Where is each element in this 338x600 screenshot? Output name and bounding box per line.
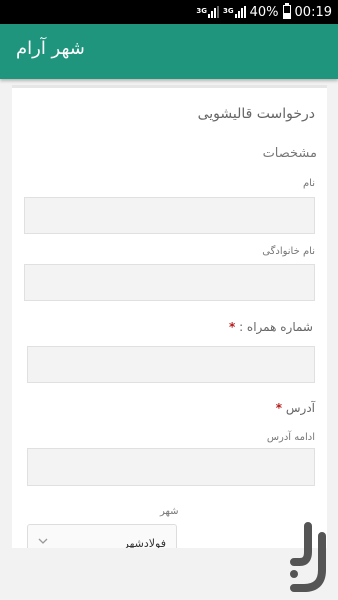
- first-name-input[interactable]: [24, 197, 315, 234]
- form-title: درخواست قالیشویی: [197, 106, 315, 122]
- signal-icon: 3G: [196, 6, 219, 18]
- last-name-label: نام خانوادگی: [262, 246, 315, 257]
- city-select[interactable]: فولادشهر: [27, 524, 177, 548]
- section-label: مشخصات: [262, 146, 317, 161]
- clock: 00:19: [294, 4, 332, 20]
- status-bar: 3G 3G 40% 00:19: [0, 0, 338, 24]
- first-name-label: نام: [302, 178, 315, 189]
- city-select-value: فولادشهر: [123, 537, 166, 548]
- battery-percent: 40%: [249, 4, 279, 20]
- form-card: درخواست قالیشویی مشخصات نام نام خانوادگی…: [12, 85, 327, 548]
- mobile-label-text: شماره همراه :: [239, 320, 313, 334]
- mobile-input[interactable]: [27, 346, 315, 383]
- required-mark: *: [228, 320, 236, 334]
- address-continue-label: ادامه آدرس: [266, 432, 315, 443]
- address-label: آدرس *: [276, 401, 315, 415]
- battery-icon: [282, 3, 291, 19]
- required-mark: *: [275, 401, 283, 415]
- city-label: شهر: [160, 506, 179, 517]
- status-icons: 3G 3G 40% 00:19: [196, 0, 332, 24]
- mobile-label: شماره همراه : *: [229, 320, 313, 334]
- address-label-text: آدرس: [285, 401, 315, 415]
- network-type-1: 3G: [196, 7, 207, 15]
- chevron-down-icon: [38, 538, 48, 544]
- address-input[interactable]: [27, 448, 315, 486]
- last-name-input[interactable]: [24, 264, 315, 301]
- notification-icon: [0, 0, 180, 24]
- network-type-2: 3G: [223, 7, 234, 15]
- store-logo-icon: [290, 522, 326, 592]
- app-title: شهر آرام: [16, 38, 85, 59]
- signal-icon-2: 3G: [223, 6, 246, 18]
- app-bar: شهر آرام: [0, 24, 338, 79]
